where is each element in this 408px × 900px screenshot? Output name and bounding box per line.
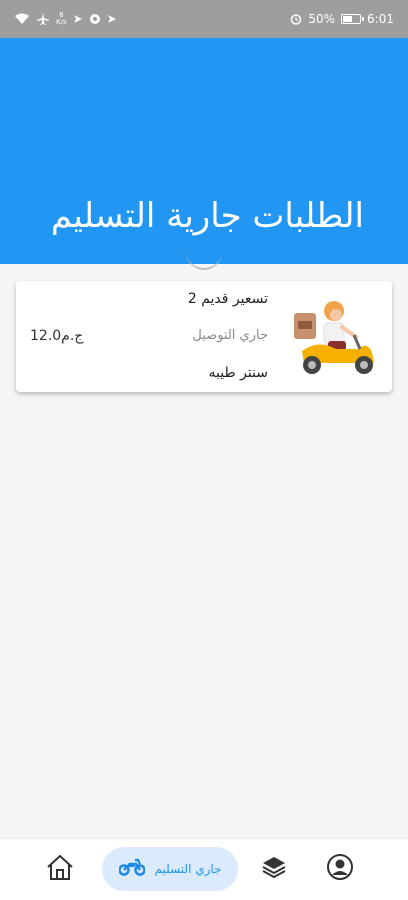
order-title: تسعير قديم 2 <box>187 291 268 307</box>
layers-icon <box>261 854 287 884</box>
app-notification-icon <box>89 13 101 25</box>
delivery-scooter-image <box>288 291 380 381</box>
page-header: الطلبات جارية التسليم <box>0 38 408 264</box>
airplane-icon <box>36 12 50 26</box>
refresh-indicator <box>186 246 222 270</box>
status-left: 8 K/s <box>14 12 117 26</box>
alarm-icon <box>290 13 302 25</box>
order-status: جاري التوصيل <box>192 328 268 343</box>
home-icon <box>45 853 75 885</box>
order-price: 12.0ج.م <box>30 328 84 344</box>
order-merchant: سنتر طيبه <box>208 365 268 381</box>
profile-icon <box>326 853 354 885</box>
bottom-navigation: جاري التسليم <box>0 838 408 900</box>
battery-icon <box>341 14 365 24</box>
nav-in-delivery[interactable]: جاري التسليم <box>102 847 238 891</box>
page-title: الطلبات جارية التسليم <box>50 196 364 236</box>
motorcycle-icon <box>117 858 146 880</box>
nav-in-delivery-label: جاري التسليم <box>154 862 222 876</box>
status-right: 50% 6:01 <box>290 12 394 26</box>
nav-home[interactable] <box>40 847 80 891</box>
nav-layers[interactable] <box>254 847 294 891</box>
network-speed: 8 K/s <box>56 12 67 26</box>
speed-unit: K/s <box>56 18 67 26</box>
clock: 6:01 <box>367 12 394 26</box>
battery-percent: 50% <box>308 12 336 26</box>
send-icon-2 <box>107 14 117 24</box>
status-bar: 8 K/s 50% 6:01 <box>0 0 408 38</box>
wifi-icon <box>14 13 30 25</box>
nav-profile[interactable] <box>320 847 360 891</box>
order-card[interactable]: تسعير قديم 2 جاري التوصيل 12.0ج.م سنتر ط… <box>16 281 392 392</box>
send-icon <box>73 14 83 24</box>
